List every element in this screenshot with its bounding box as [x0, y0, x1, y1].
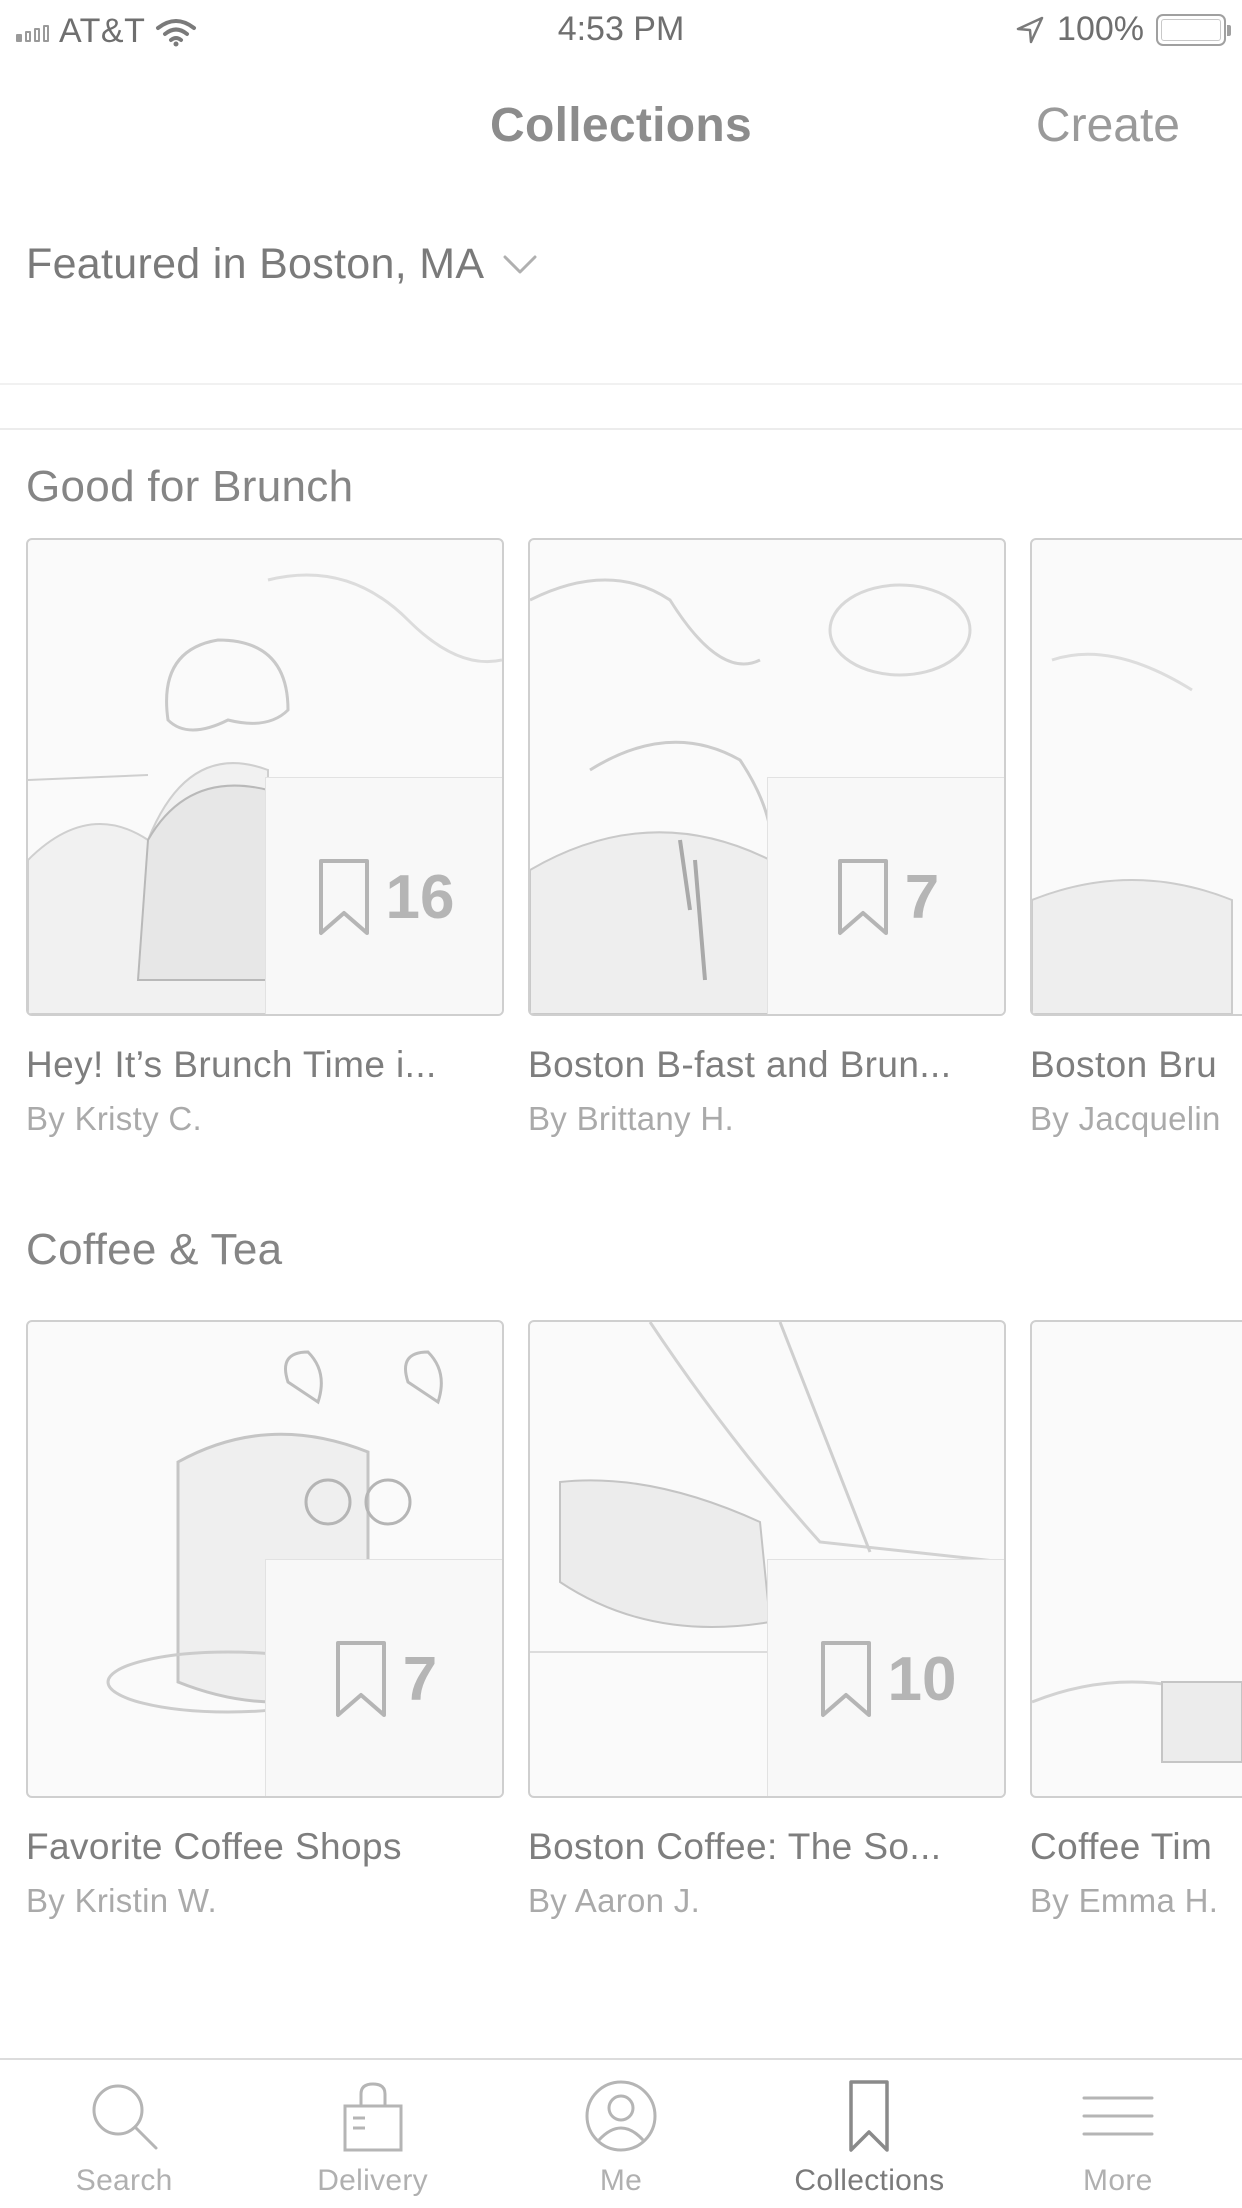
tab-label: Search [75, 2164, 173, 2197]
collection-author: By Kristy C. [26, 1100, 202, 1137]
collection-title: Boston Coffee: The So... [528, 1826, 942, 1867]
collection-card[interactable]: 7 Boston B-fast and Brun... By Brittany … [528, 538, 1006, 1138]
divider [0, 383, 1242, 385]
collection-cover[interactable]: 16 [26, 538, 504, 1016]
bookmark-icon [849, 2080, 890, 2152]
tab-label: More [1083, 2164, 1153, 2197]
bookmark-icon [335, 1641, 386, 1717]
collection-rail-brunch: 16 Hey! It’s Brunch Time i... By Kristy … [0, 538, 1242, 1138]
collection-author: By Kristin W. [26, 1882, 217, 1919]
food-photo [1032, 1680, 1242, 1763]
battery-icon [1156, 13, 1231, 46]
collection-card[interactable]: Coffee Tim By Emma H. [1030, 1320, 1242, 1920]
tab-more[interactable]: More [994, 2060, 1242, 2208]
search-icon [92, 2084, 158, 2150]
delivery-bag-icon [343, 2082, 403, 2152]
create-button[interactable]: Create [1036, 98, 1180, 153]
collection-rail-coffee: 7 Favorite Coffee Shops By Kristin W. 10… [0, 1320, 1242, 1940]
save-count: 7 [402, 1644, 438, 1714]
collection-author: By Emma H. [1030, 1882, 1219, 1919]
tab-me[interactable]: Me [497, 2060, 745, 2208]
collection-cover[interactable]: 7 [528, 538, 1006, 1016]
save-count: 10 [887, 1644, 957, 1714]
collection-cover[interactable] [1030, 1320, 1242, 1798]
status-bar: AT&T 4:53 PM 100% [0, 0, 1242, 62]
food-photo [1032, 652, 1233, 1014]
section-title: Good for Brunch [26, 462, 354, 511]
collection-title: Boston Bru [1030, 1044, 1218, 1085]
collection-title: Coffee Tim [1030, 1826, 1213, 1867]
collection-title: Boston B-fast and Brun... [528, 1044, 952, 1085]
collection-author: By Brittany H. [528, 1100, 734, 1137]
collection-card[interactable]: 16 Hey! It’s Brunch Time i... By Kristy … [26, 538, 504, 1138]
save-count: 7 [904, 862, 940, 932]
collection-title: Favorite Coffee Shops [26, 1826, 402, 1867]
save-count-tile: 7 [265, 1559, 502, 1796]
section-title: Coffee & Tea [26, 1225, 283, 1274]
bookmark-icon [837, 859, 888, 935]
tab-label: Delivery [317, 2164, 428, 2197]
tab-collections[interactable]: Collections [745, 2060, 993, 2208]
featured-location-label: Featured in Boston, MA [26, 240, 485, 288]
bookmark-icon [318, 859, 369, 935]
tab-delivery[interactable]: Delivery [248, 2060, 496, 2208]
save-count-tile: 7 [767, 777, 1004, 1014]
status-right: 100% [1015, 10, 1231, 49]
battery-percent: 100% [1057, 10, 1144, 48]
save-count-tile: 10 [767, 1559, 1004, 1796]
collection-card[interactable]: Boston Bru By Jacquelin [1030, 538, 1242, 1138]
collection-cover[interactable]: 10 [528, 1320, 1006, 1798]
collection-card[interactable]: 10 Boston Coffee: The So... By Aaron J. [528, 1320, 1006, 1920]
location-arrow-icon [1016, 16, 1044, 43]
save-count-tile: 16 [265, 777, 502, 1014]
collection-cover[interactable]: 7 [26, 1320, 504, 1798]
tab-label: Collections [794, 2164, 945, 2197]
location-selector[interactable]: Featured in Boston, MA [26, 240, 538, 289]
chevron-down-icon [503, 255, 537, 273]
collection-author: By Aaron J. [528, 1882, 701, 1919]
menu-icon [1082, 2096, 1154, 2136]
save-count: 16 [385, 862, 455, 932]
tab-bar: Search Delivery Me Collections More [0, 2058, 1242, 2208]
tab-label: Me [599, 2164, 643, 2197]
collection-title: Hey! It’s Brunch Time i... [26, 1044, 437, 1085]
profile-icon [585, 2080, 657, 2152]
collection-cover[interactable] [1030, 538, 1242, 1016]
collection-author: By Jacquelin [1030, 1100, 1221, 1137]
bookmark-icon [820, 1641, 871, 1717]
collection-card[interactable]: 7 Favorite Coffee Shops By Kristin W. [26, 1320, 504, 1920]
collections-screen: AT&T 4:53 PM 100% Collections Create Fea… [0, 0, 1242, 2208]
tab-search[interactable]: Search [0, 2060, 248, 2208]
divider [0, 428, 1242, 430]
